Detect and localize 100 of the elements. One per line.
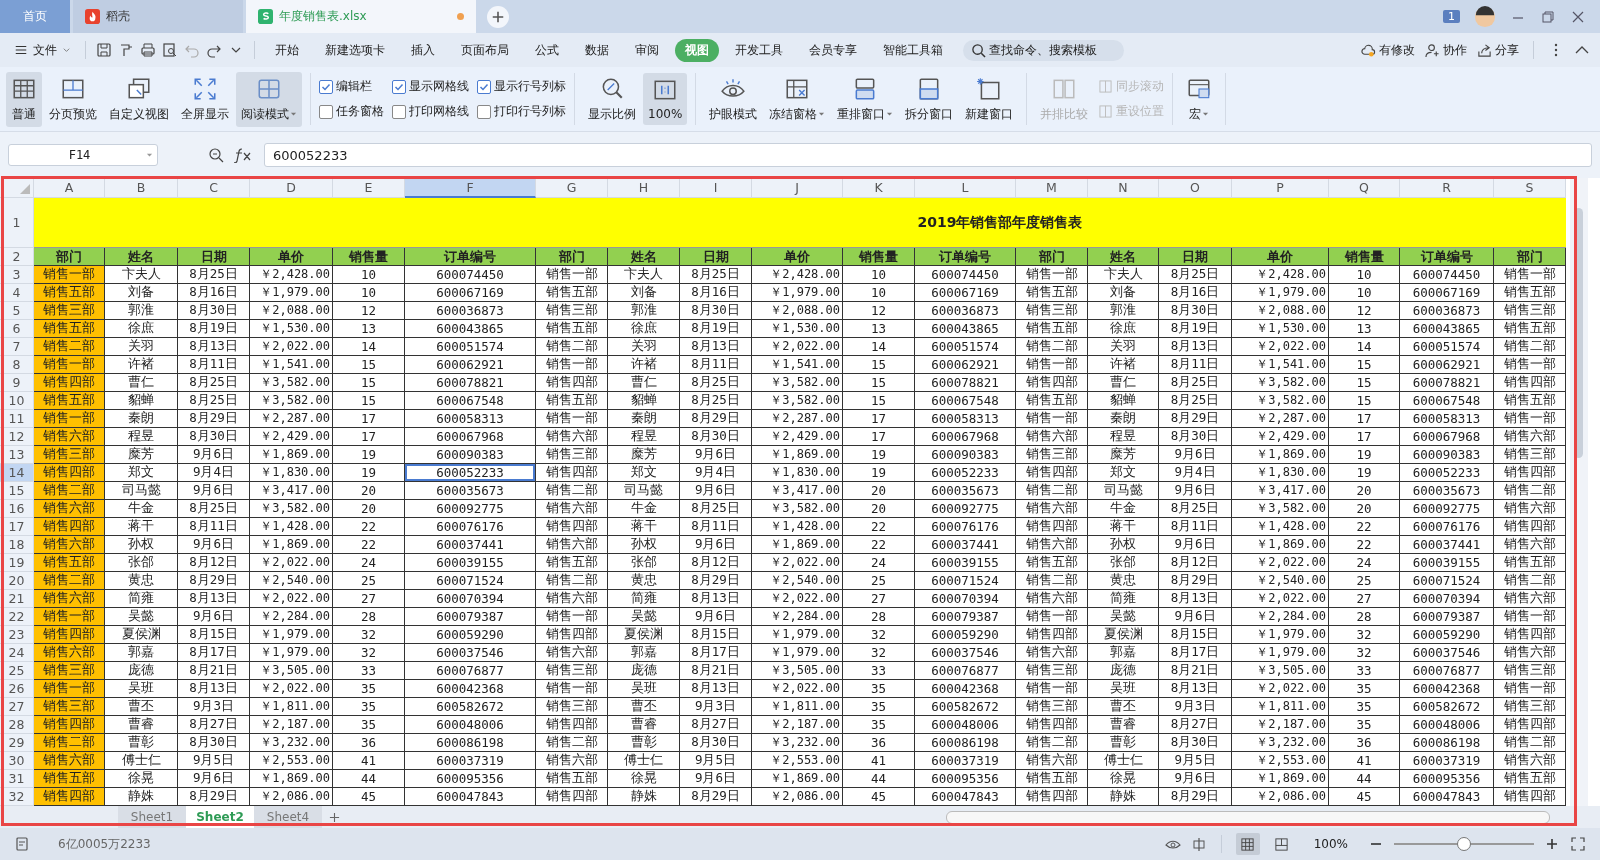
ribbon-button[interactable]: 拆分窗口 [900, 71, 959, 127]
crosshair-icon[interactable] [1190, 836, 1207, 852]
avatar-icon[interactable] [1474, 5, 1496, 28]
zoom-in-icon[interactable] [1544, 836, 1560, 852]
header-action-button[interactable]: 分享 [1477, 41, 1519, 59]
column-header[interactable]: I [680, 178, 752, 198]
checkbox[interactable]: 打印行号列标 [477, 103, 566, 120]
row-header[interactable]: 4 [0, 284, 34, 302]
row-header[interactable]: 5 [0, 302, 34, 320]
row-header[interactable]: 18 [0, 536, 34, 554]
row-header[interactable]: 27 [0, 698, 34, 716]
column-header[interactable]: P [1232, 178, 1329, 198]
row-header[interactable]: 15 [0, 482, 34, 500]
ribbon-tab[interactable]: 页面布局 [451, 38, 519, 62]
row-header[interactable]: 8 [0, 356, 34, 374]
column-header[interactable]: S [1494, 178, 1566, 198]
row-header[interactable]: 10 [0, 392, 34, 410]
ribbon-tab[interactable]: 智能工具箱 [873, 38, 953, 62]
ribbon-tab[interactable]: 会员专享 [799, 38, 867, 62]
header-action-button[interactable]: 有修改 [1361, 41, 1415, 59]
row-header[interactable]: 6 [0, 320, 34, 338]
zoom-out-icon[interactable] [208, 147, 224, 163]
column-header[interactable]: F [405, 178, 536, 198]
column-header[interactable]: C [178, 178, 250, 198]
zoom-level[interactable]: 100% [1313, 837, 1348, 851]
ribbon-tab[interactable]: 数据 [575, 38, 619, 62]
formula-field[interactable]: 600052233 [264, 143, 1592, 167]
column-header[interactable]: Q [1329, 178, 1400, 198]
ribbon-tab[interactable]: 插入 [401, 38, 445, 62]
search-field[interactable]: 查找命令、搜索模板 [963, 39, 1124, 61]
column-header[interactable]: J [752, 178, 843, 198]
row-header[interactable]: 2 [0, 248, 34, 266]
ribbon-button[interactable]: 阅读模式 [236, 71, 302, 127]
ribbon-button[interactable]: 普通 [6, 71, 42, 127]
row-header[interactable]: 30 [0, 752, 34, 770]
ribbon-tab[interactable]: 开始 [265, 38, 309, 62]
macro-button[interactable]: 宏 [1181, 71, 1218, 127]
checkbox[interactable]: 编辑栏 [319, 78, 384, 95]
row-header[interactable]: 3 [0, 266, 34, 284]
row-header[interactable]: 14 [0, 464, 34, 482]
ribbon-button[interactable]: 自定义视图 [104, 71, 174, 127]
print-preview-icon[interactable] [162, 42, 178, 58]
ribbon-button[interactable]: 护眼模式 [704, 71, 763, 127]
row-header[interactable]: 7 [0, 338, 34, 356]
row-header[interactable]: 12 [0, 428, 34, 446]
column-header[interactable]: K [843, 178, 915, 198]
ribbon-tab[interactable]: 新建选项卡 [315, 38, 395, 62]
column-header[interactable]: A [34, 178, 105, 198]
column-header[interactable]: N [1088, 178, 1159, 198]
column-header[interactable]: B [105, 178, 178, 198]
restore-icon[interactable] [1540, 8, 1556, 25]
row-header[interactable]: 22 [0, 608, 34, 626]
row-header[interactable]: 29 [0, 734, 34, 752]
save-icon[interactable] [96, 42, 112, 58]
ribbon-button[interactable]: 冻结窗格 [764, 71, 831, 127]
sheet-tab[interactable]: Sheet2 [186, 806, 254, 828]
row-header[interactable]: 19 [0, 554, 34, 572]
column-header[interactable]: O [1159, 178, 1232, 198]
column-header[interactable]: D [250, 178, 333, 198]
row-header[interactable]: 11 [0, 410, 34, 428]
row-header[interactable]: 9 [0, 374, 34, 392]
new-tab-button[interactable] [487, 5, 509, 28]
column-header[interactable]: E [333, 178, 405, 198]
ribbon-button[interactable]: 重排窗口 [832, 71, 899, 127]
row-header[interactable]: 31 [0, 770, 34, 788]
checkbox[interactable]: 显示网格线 [392, 78, 469, 95]
row-header[interactable]: 26 [0, 680, 34, 698]
row-header[interactable]: 21 [0, 590, 34, 608]
notification-count[interactable]: 1 [1443, 10, 1460, 23]
file-menu[interactable]: 文件 [10, 41, 75, 59]
row-header[interactable]: 32 [0, 788, 34, 806]
macro-record-icon[interactable] [14, 836, 30, 852]
normal-view-button[interactable] [1235, 833, 1260, 855]
checkbox[interactable]: 任务窗格 [319, 103, 384, 120]
row-header[interactable]: 20 [0, 572, 34, 590]
ribbon-tab[interactable]: 审阅 [625, 38, 669, 62]
ribbon-tab[interactable]: 公式 [525, 38, 569, 62]
fullscreen-icon[interactable] [1570, 836, 1586, 852]
ribbon-button[interactable]: 分页预览 [44, 71, 102, 127]
row-header[interactable]: 28 [0, 716, 34, 734]
column-header[interactable]: G [536, 178, 608, 198]
row-header[interactable]: 23 [0, 626, 34, 644]
name-box[interactable]: F14 [8, 144, 158, 166]
ribbon-button[interactable]: 显示比例 [583, 71, 641, 127]
row-header[interactable]: 24 [0, 644, 34, 662]
ribbon-tab[interactable]: 开发工具 [725, 38, 793, 62]
column-header[interactable]: R [1400, 178, 1494, 198]
row-header[interactable]: 17 [0, 518, 34, 536]
print-icon[interactable] [140, 42, 156, 58]
ribbon-button[interactable]: 100% [643, 73, 688, 125]
checkbox[interactable]: 打印网格线 [392, 103, 469, 120]
row-header[interactable]: 25 [0, 662, 34, 680]
document-tab[interactable]: 稻壳 [73, 0, 243, 33]
checkbox[interactable]: 显示行号列标 [477, 78, 566, 95]
row-header[interactable]: 16 [0, 500, 34, 518]
ribbon-button[interactable]: 全屏显示 [176, 71, 234, 127]
column-header[interactable]: H [608, 178, 680, 198]
column-header[interactable]: M [1016, 178, 1088, 198]
header-action-button[interactable]: 协作 [1425, 41, 1467, 59]
row-header[interactable]: 13 [0, 446, 34, 464]
